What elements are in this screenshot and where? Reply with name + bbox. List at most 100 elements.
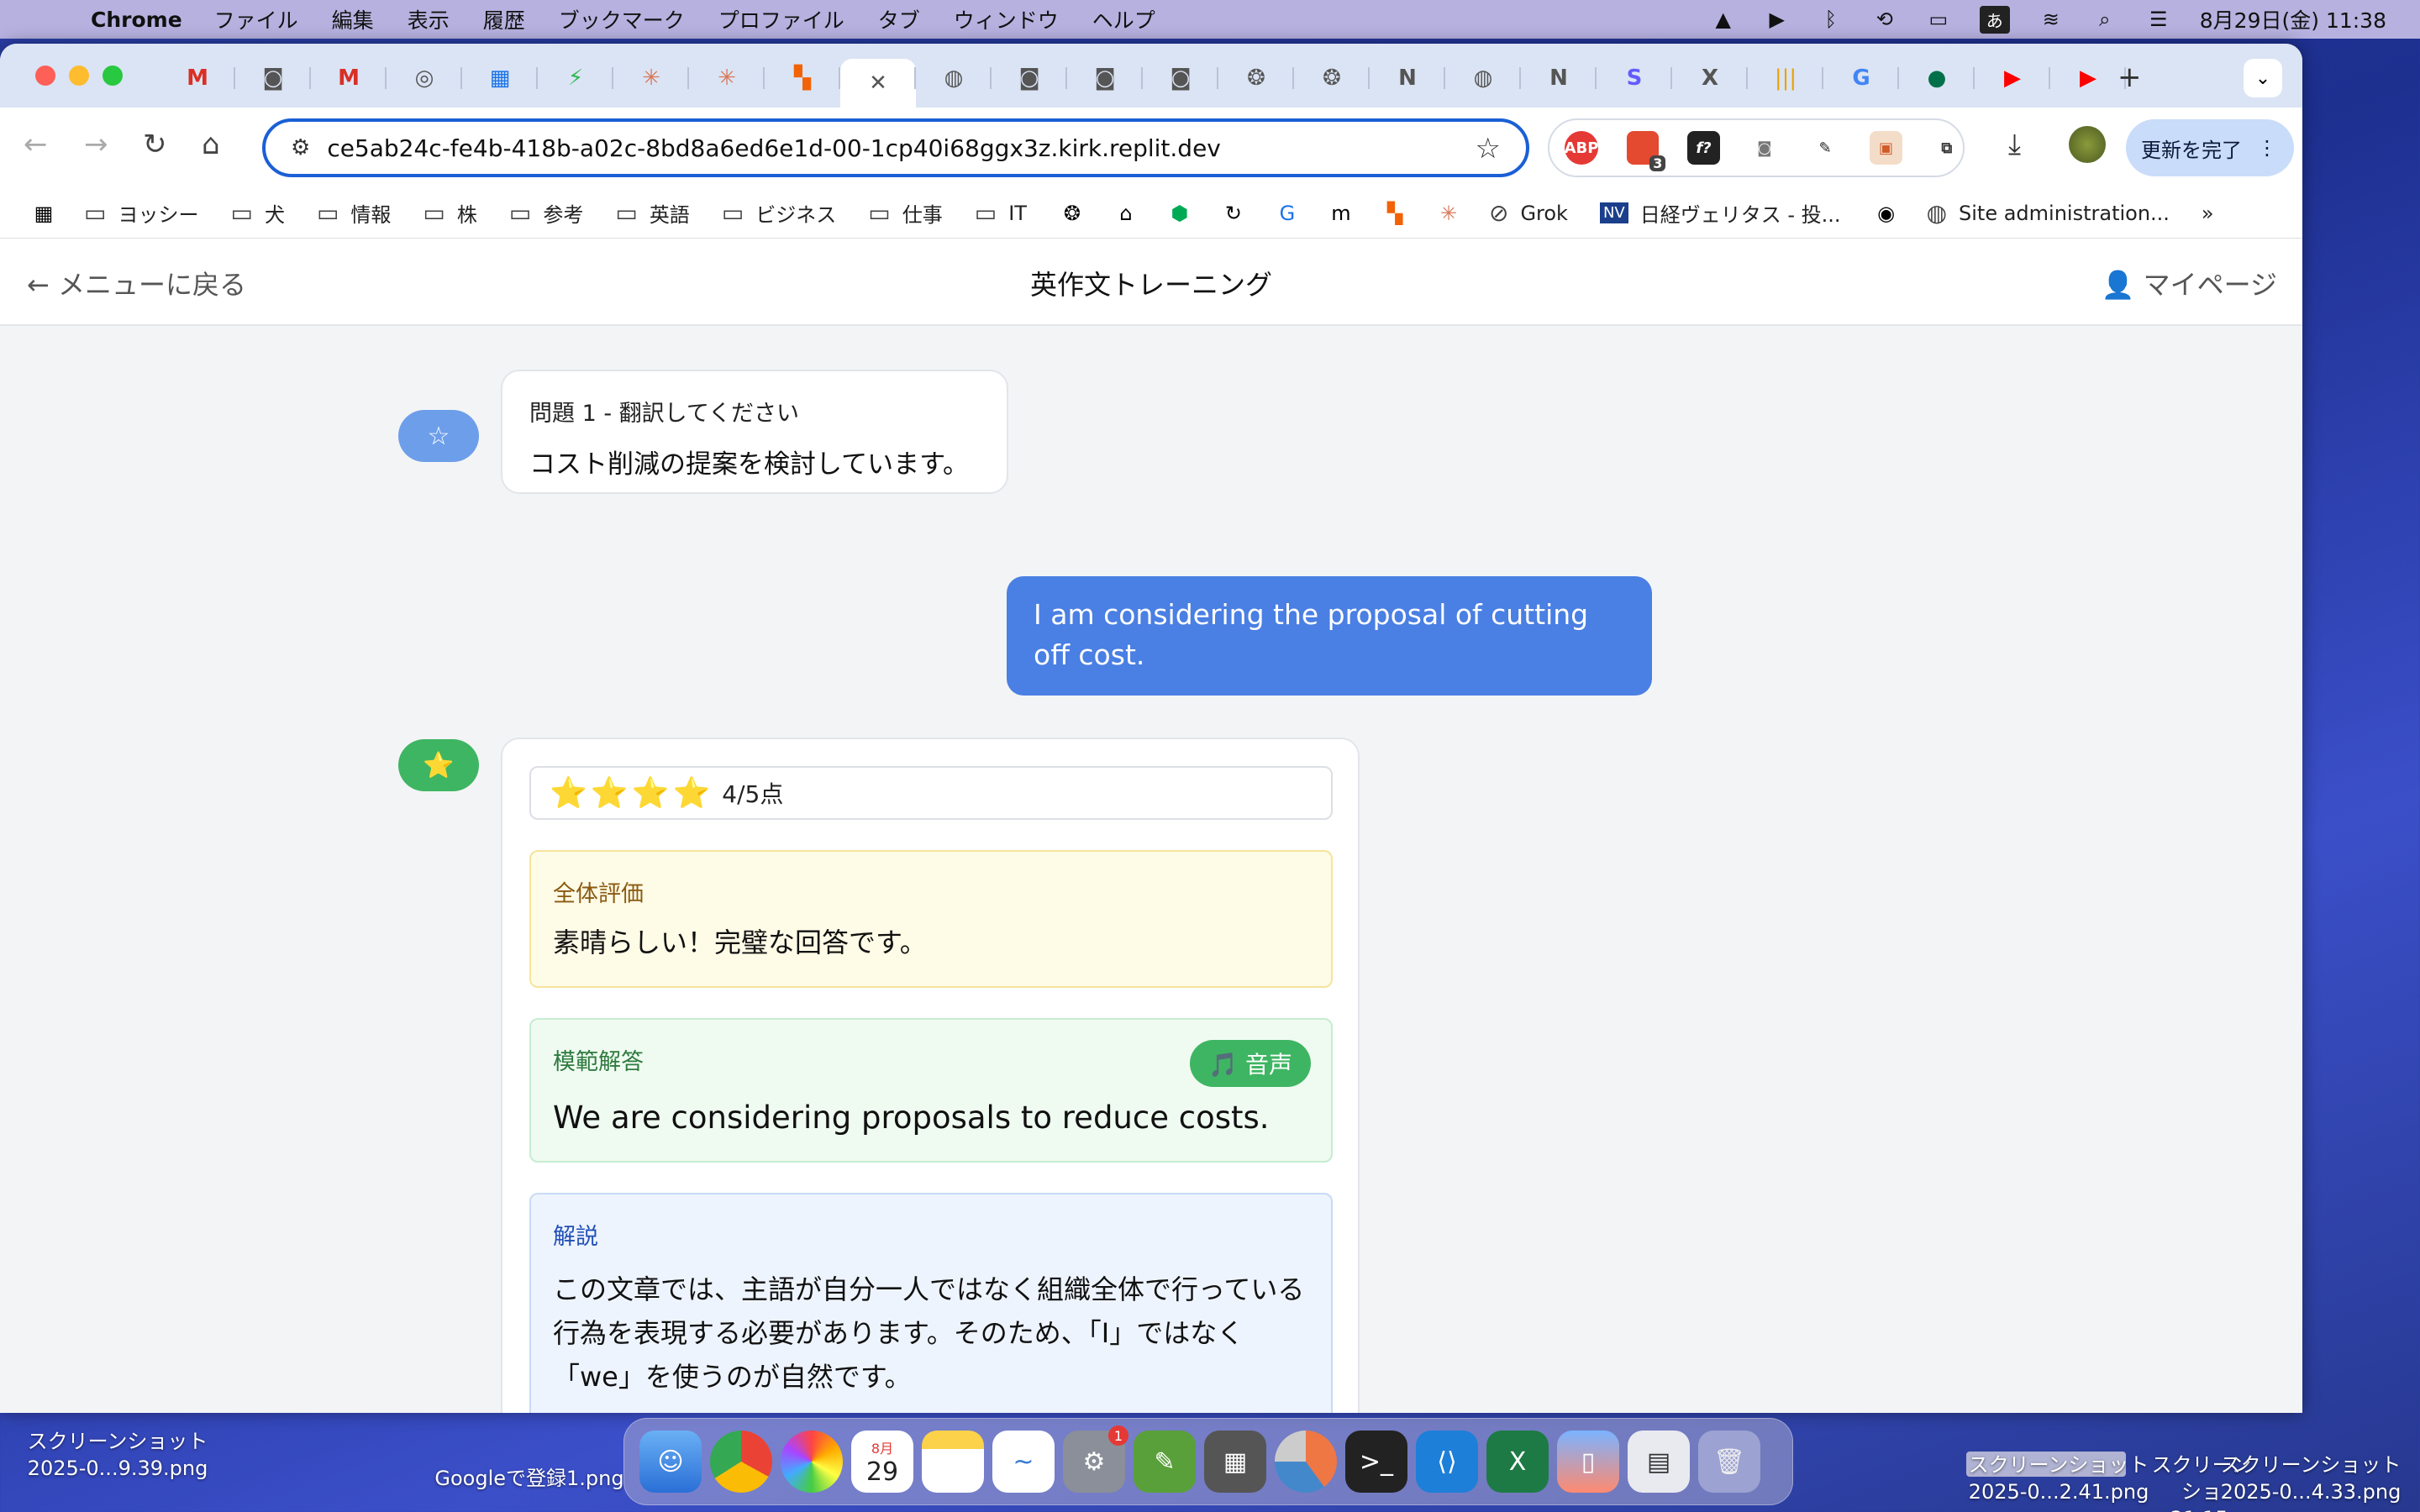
control-center-icon[interactable]: ☰: [2146, 8, 2171, 31]
tab-notion-1[interactable]: N: [1370, 59, 1445, 97]
tab-calendar[interactable]: ▦: [462, 59, 538, 97]
calendar-icon[interactable]: 8月 29: [851, 1431, 913, 1493]
input-method-indicator[interactable]: あ: [1979, 5, 2010, 34]
tab-google[interactable]: G: [1823, 59, 1899, 97]
bookmark-chatgpt-icon[interactable]: ❂: [1059, 200, 1086, 227]
bookmark-nikkei[interactable]: NV 日経ヴェリタス - 投...: [1599, 198, 1841, 228]
system-settings-icon[interactable]: ⚙ 1: [1063, 1425, 1128, 1493]
close-tab-icon[interactable]: ✕: [869, 71, 887, 96]
menu-view[interactable]: 表示: [408, 4, 450, 34]
bookmark-folder-work[interactable]: ▭ 仕事: [868, 198, 942, 228]
menu-edit[interactable]: 編集: [332, 4, 374, 34]
reload-button[interactable]: ↻: [143, 128, 167, 161]
menu-file[interactable]: ファイル: [214, 4, 298, 34]
pdf-extension-icon[interactable]: ▣: [1870, 131, 1902, 165]
bookmark-refresh-icon[interactable]: ↻: [1220, 200, 1247, 227]
download-icon[interactable]: ⤓: [2008, 128, 2021, 161]
mypage-link[interactable]: 👤 マイページ: [2102, 264, 2277, 302]
tab-globe-1[interactable]: ◍: [916, 59, 992, 97]
tab-chatgpt-1[interactable]: ❂: [1218, 59, 1294, 97]
menu-tab[interactable]: タブ: [878, 4, 920, 34]
desktop-file-screenshot-4[interactable]: スクリーンショット 2025-0...4.33.png: [2218, 1452, 2403, 1505]
excel-icon[interactable]: X: [1486, 1431, 1549, 1493]
tab-search-button[interactable]: ⌄: [2244, 59, 2282, 97]
menubar-clock[interactable]: 8月29日(金) 11:38: [2200, 4, 2386, 34]
extensions-puzzle-icon[interactable]: ⧉: [1931, 131, 1963, 165]
photos-icon[interactable]: [781, 1431, 843, 1493]
trash-icon[interactable]: 🗑: [1698, 1431, 1760, 1493]
bookmark-m-icon[interactable]: m: [1328, 200, 1355, 227]
minimize-window-button[interactable]: [69, 66, 89, 86]
home-button[interactable]: ⌂: [202, 128, 220, 161]
bookmark-hex-icon[interactable]: ⬢: [1166, 200, 1193, 227]
close-window-button[interactable]: [35, 66, 55, 86]
menubar-app-name[interactable]: Chrome: [91, 8, 182, 32]
battery-icon[interactable]: ▭: [1926, 8, 1951, 31]
tab-notion-2[interactable]: N: [1521, 59, 1597, 97]
spotlight-search-icon[interactable]: ⌕: [2092, 8, 2118, 31]
back-button[interactable]: ←: [24, 128, 48, 161]
profile-avatar[interactable]: [2069, 126, 2106, 163]
apps-grid-icon[interactable]: ▦: [30, 200, 57, 227]
tab-bars[interactable]: |||: [1748, 59, 1823, 97]
menu-bookmarks[interactable]: ブックマーク: [559, 4, 685, 34]
bookmark-folder-it[interactable]: ▭ IT: [975, 199, 1027, 227]
tab-replit[interactable]: ▚: [765, 59, 840, 97]
extension-badge-icon[interactable]: 3: [1627, 131, 1666, 171]
freeform-icon[interactable]: ~: [992, 1431, 1055, 1493]
finder-icon[interactable]: ☺: [639, 1431, 702, 1493]
bookmark-podcast-icon[interactable]: ◉: [1873, 200, 1900, 227]
bookmark-folder-business[interactable]: ▭ ビジネス: [722, 198, 836, 228]
iphone-mirroring-icon[interactable]: ▯: [1557, 1431, 1619, 1493]
drive-icon[interactable]: ▲: [1711, 8, 1736, 31]
bookmark-replit-icon[interactable]: ▚: [1381, 200, 1408, 227]
site-info-icon[interactable]: ⚙: [291, 135, 310, 160]
adblock-extension-icon[interactable]: ABP: [1565, 131, 1598, 165]
tab-claude-2[interactable]: ✳: [689, 59, 765, 97]
bookmark-folder-yoshi[interactable]: ▭ ヨッシー: [84, 198, 198, 228]
tab-stripe[interactable]: S: [1597, 59, 1672, 97]
disk-utility-icon[interactable]: [1275, 1431, 1337, 1493]
bookmark-translate-icon[interactable]: G: [1274, 200, 1301, 227]
calculator-icon[interactable]: ▦: [1204, 1431, 1266, 1493]
vscode-icon[interactable]: ⟨⟩: [1416, 1431, 1478, 1493]
bookmark-folder-stock[interactable]: ▭ 株: [423, 198, 476, 228]
tab-globe-2[interactable]: ◍: [1445, 59, 1521, 97]
forward-button[interactable]: →: [84, 128, 108, 161]
timemachine-icon[interactable]: ⟲: [1872, 8, 1897, 31]
zoom-window-button[interactable]: [103, 66, 123, 86]
eyedropper-extension-icon[interactable]: ✎: [1809, 131, 1841, 165]
tab-camera-3[interactable]: ◙: [1067, 59, 1143, 97]
tab-youtube-2[interactable]: ▶: [2050, 59, 2126, 97]
bookmark-folder-english[interactable]: ▭ 英語: [615, 198, 689, 228]
chrome-icon[interactable]: [710, 1431, 772, 1493]
bookmark-folder-info[interactable]: ▭ 情報: [317, 198, 391, 228]
play-icon[interactable]: ▶: [1765, 8, 1790, 31]
tab-active[interactable]: ✕: [840, 59, 916, 108]
formula-extension-icon[interactable]: f?: [1687, 131, 1720, 165]
bookmark-star-icon[interactable]: ☆: [1476, 132, 1501, 165]
wifi-icon[interactable]: ≋: [2039, 8, 2064, 31]
notes-icon[interactable]: [922, 1431, 984, 1493]
tab-chatgpt-2[interactable]: ❂: [1294, 59, 1370, 97]
tab-x[interactable]: X: [1672, 59, 1748, 97]
bookmark-claude-icon[interactable]: ✳: [1435, 200, 1462, 227]
tab-starbucks[interactable]: ●: [1899, 59, 1975, 97]
address-bar[interactable]: ⚙ ce5ab24c-fe4b-418b-a02c-8bd8a6ed6e1d-0…: [262, 118, 1529, 177]
bookmark-grok[interactable]: ⊘ Grok: [1489, 199, 1568, 227]
menu-help[interactable]: ヘルプ: [1092, 4, 1155, 34]
tab-gmail-1[interactable]: M: [160, 59, 235, 97]
tab-camera-1[interactable]: ◙: [235, 59, 311, 97]
tab-gmail-2[interactable]: M: [311, 59, 387, 97]
desktop-file-google-register[interactable]: Googleで登録1.png: [429, 1465, 630, 1492]
menu-profile[interactable]: プロファイル: [718, 4, 844, 34]
menu-window[interactable]: ウィンドウ: [954, 4, 1059, 34]
more-menu-icon[interactable]: ⋮: [2257, 136, 2277, 160]
tab-bolt[interactable]: ⚡: [538, 59, 613, 97]
new-tab-button[interactable]: +: [2118, 60, 2142, 94]
tab-youtube-1[interactable]: ▶: [1975, 59, 2050, 97]
update-button[interactable]: 更新を完了 ⋮: [2126, 119, 2294, 176]
terminal-icon[interactable]: >_: [1345, 1431, 1407, 1493]
url-text[interactable]: ce5ab24c-fe4b-418b-a02c-8bd8a6ed6e1d-00-…: [327, 134, 1221, 162]
tab-camera-2[interactable]: ◙: [992, 59, 1067, 97]
